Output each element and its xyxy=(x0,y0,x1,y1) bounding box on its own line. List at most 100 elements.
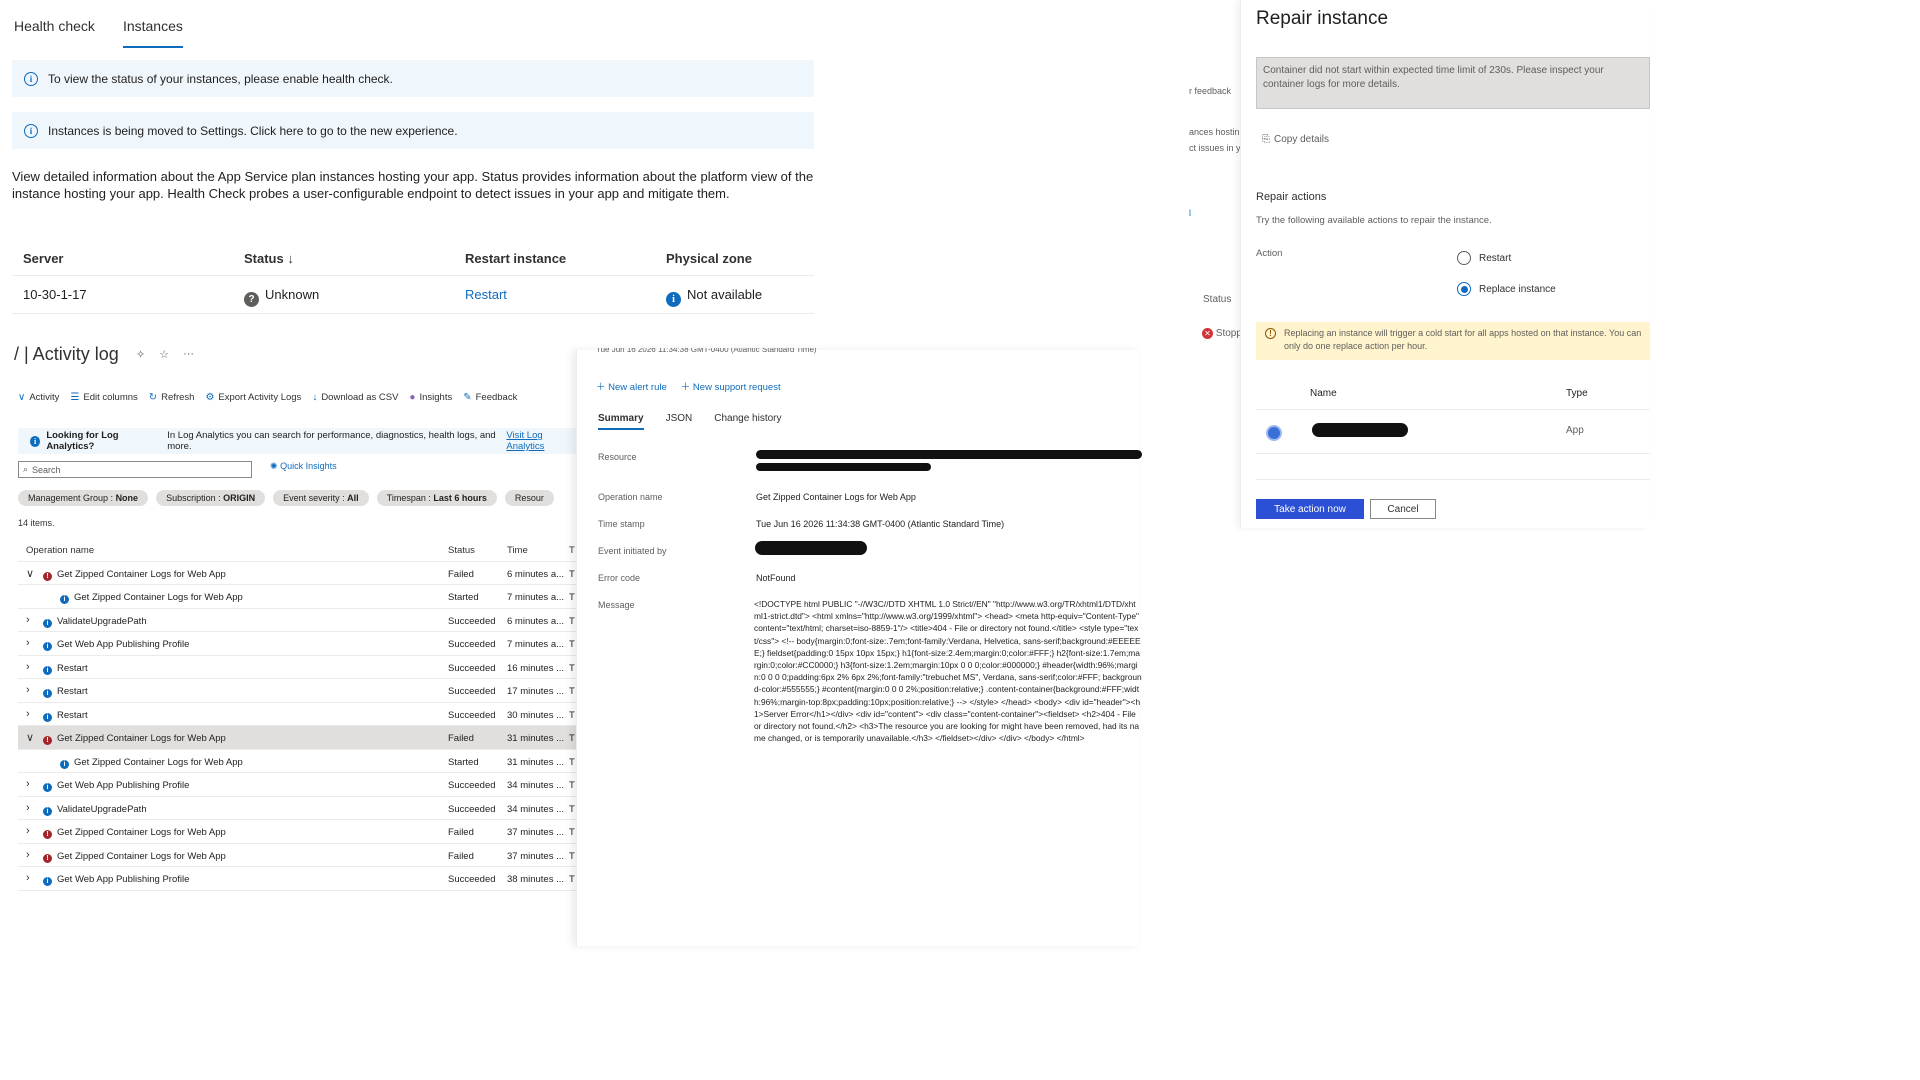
chevron-right-icon[interactable]: › xyxy=(26,637,30,649)
table-row[interactable]: ∨! Get Zipped Container Logs for Web App F… xyxy=(18,726,578,750)
operation-name[interactable]: i Restart xyxy=(43,710,88,722)
pin-icon[interactable]: ✧ xyxy=(136,348,145,361)
chevron-right-icon[interactable]: › xyxy=(26,825,30,837)
operation-name[interactable]: ! Get Zipped Container Logs for Web App xyxy=(43,827,226,839)
tab-summary[interactable]: Summary xyxy=(598,413,644,430)
table-row[interactable]: i Get Zipped Container Logs for Web App St… xyxy=(18,750,578,773)
error-icon: ! xyxy=(43,571,52,581)
toolbar-label: Refresh xyxy=(161,392,195,403)
visit-log-analytics-link[interactable]: Visit Log Analytics xyxy=(506,430,578,452)
more-icon[interactable]: ··· xyxy=(183,348,194,361)
operation-name[interactable]: ! Get Zipped Container Logs for Web App xyxy=(43,851,226,863)
chevron-down-icon[interactable]: ∨ xyxy=(26,567,34,580)
table-row[interactable]: › i Get Web App Publishing Profile Succeede… xyxy=(18,773,578,797)
quick-insights-link[interactable]: ✺ Quick Insights xyxy=(270,461,337,472)
cell-time: 38 minutes ... xyxy=(507,874,565,885)
operation-name[interactable]: ! Get Zipped Container Logs for Web App xyxy=(43,569,226,581)
tab-health-check[interactable]: Health check xyxy=(14,18,95,48)
refresh-button[interactable]: ↻ Refresh xyxy=(149,392,195,403)
operation-name[interactable]: i Get Web App Publishing Profile xyxy=(43,639,189,651)
moved-banner[interactable]: i Instances is being moved to Settings. … xyxy=(12,112,814,149)
operation-name[interactable]: i Restart xyxy=(43,663,88,675)
star-icon[interactable]: ☆ xyxy=(159,348,169,361)
instances-table-header: Server Status ↓ Restart instance Physica… xyxy=(12,240,814,276)
table-row[interactable]: › i Restart Succeeded 16 minutes ... T xyxy=(18,656,578,679)
table-row[interactable]: App xyxy=(1256,410,1650,454)
chevron-down-icon[interactable]: ∨ xyxy=(26,731,34,744)
refresh-icon: ↻ xyxy=(148,392,158,403)
radio-label: Replace instance xyxy=(1479,283,1556,295)
info-icon: i xyxy=(43,689,52,698)
operation-name[interactable]: i Get Zipped Container Logs for Web App xyxy=(60,592,243,604)
toolbar-label: Feedback xyxy=(475,392,518,403)
chevron-right-icon[interactable]: › xyxy=(26,849,30,861)
table-row[interactable]: › i ValidateUpgradePath Succeeded 6 minutes … xyxy=(18,609,578,632)
search-input[interactable]: ⌕ Search xyxy=(18,461,252,478)
chevron-down-icon: ∨ xyxy=(18,392,26,403)
cell-t: T xyxy=(569,592,575,603)
cell-t: T xyxy=(569,639,575,650)
table-row[interactable]: ∨! Get Zipped Container Logs for Web App F… xyxy=(18,562,578,585)
new-alert-rule-button[interactable]: ＋ New alert rule xyxy=(596,379,667,393)
redacted-resource xyxy=(756,450,1142,459)
tab-instances[interactable]: Instances xyxy=(122,18,183,48)
operation-name[interactable]: i ValidateUpgradePath xyxy=(43,616,147,628)
column-status[interactable]: Status ↓ xyxy=(244,251,294,266)
download-csv-button[interactable]: ↓ Download as CSV xyxy=(312,392,398,403)
column-operation-name[interactable]: Operation name xyxy=(26,545,94,556)
filter-event-severity[interactable]: Event severity : All xyxy=(273,490,369,506)
table-row[interactable]: i Get Zipped Container Logs for Web App St… xyxy=(18,585,578,609)
radio-circle xyxy=(1457,251,1471,265)
new-support-request-button[interactable]: ＋ New support request xyxy=(681,379,781,393)
table-row[interactable]: › i ValidateUpgradePath Succeeded 34 minutes… xyxy=(18,797,578,820)
chevron-right-icon[interactable]: › xyxy=(26,872,30,884)
tab-json[interactable]: JSON xyxy=(666,413,693,430)
column-server[interactable]: Server xyxy=(23,251,63,266)
chevron-right-icon[interactable]: › xyxy=(26,778,30,790)
table-row[interactable]: ›! Get Zipped Container Logs for Web App F… xyxy=(18,844,578,867)
activity-button[interactable]: ∨ Activity xyxy=(18,392,59,403)
cancel-button[interactable]: Cancel xyxy=(1370,499,1436,519)
chevron-right-icon[interactable]: › xyxy=(26,661,30,673)
radio-restart[interactable]: Restart xyxy=(1457,251,1511,265)
column-restart-instance[interactable]: Restart instance xyxy=(465,251,566,266)
export-button[interactable]: ⚙ Export Activity Logs xyxy=(205,392,301,403)
table-row[interactable]: › i Restart Succeeded 17 minutes ... T xyxy=(18,679,578,703)
take-action-now-button[interactable]: Take action now xyxy=(1256,499,1364,519)
operation-name[interactable]: i ValidateUpgradePath xyxy=(43,804,147,816)
column-t[interactable]: T xyxy=(569,545,575,556)
copy-details-button[interactable]: ⎘ Copy details xyxy=(1262,134,1329,145)
column-physical-zone[interactable]: Physical zone xyxy=(666,251,752,266)
cell-status: Succeeded xyxy=(448,709,496,721)
insights-button[interactable]: ● Insights xyxy=(409,392,452,403)
operation-name[interactable]: i Get Zipped Container Logs for Web App xyxy=(60,757,243,769)
column-status[interactable]: Status xyxy=(448,545,475,556)
feedback-button[interactable]: ✎ Feedback xyxy=(463,392,517,403)
moved-banner-text[interactable]: Instances is being moved to Settings. Cl… xyxy=(48,124,458,138)
table-row[interactable]: › i Restart Succeeded 30 minutes ... T xyxy=(18,703,578,726)
chevron-right-icon[interactable]: › xyxy=(26,802,30,814)
filter-timespan[interactable]: Timespan : Last 6 hours xyxy=(376,490,497,506)
chevron-right-icon[interactable]: › xyxy=(26,684,30,696)
table-row[interactable]: › i Get Web App Publishing Profile Succeede… xyxy=(18,632,578,656)
filter-subscription[interactable]: Subscription : ORIGIN xyxy=(156,490,266,506)
toolbar-label: Edit columns xyxy=(83,392,138,403)
operation-name[interactable]: i Get Web App Publishing Profile xyxy=(43,780,189,792)
table-row[interactable]: › i Get Web App Publishing Profile Succeede… xyxy=(18,867,578,891)
chevron-right-icon[interactable]: › xyxy=(26,708,30,720)
chevron-right-icon[interactable]: › xyxy=(26,614,30,626)
operation-name[interactable]: i Restart xyxy=(43,686,88,698)
tab-change-history[interactable]: Change history xyxy=(714,413,781,430)
filter-resource[interactable]: Resour xyxy=(504,490,554,506)
column-time[interactable]: Time xyxy=(507,545,528,556)
filter-management-group[interactable]: Management Group : None xyxy=(18,490,149,506)
operation-name[interactable]: ! Get Zipped Container Logs for Web App xyxy=(43,733,226,745)
table-row[interactable]: ›! Get Zipped Container Logs for Web App F… xyxy=(18,820,578,844)
radio-replace-instance[interactable]: Replace instance xyxy=(1457,282,1556,296)
restart-link[interactable]: Restart xyxy=(465,287,507,302)
operation-name[interactable]: i Get Web App Publishing Profile xyxy=(43,874,189,886)
edit-columns-button[interactable]: ☰ Edit columns xyxy=(70,392,137,403)
cell-time: 31 minutes ... xyxy=(507,756,565,768)
repair-actions-heading: Repair actions xyxy=(1256,191,1327,203)
operation-label: Operation name xyxy=(598,492,663,502)
